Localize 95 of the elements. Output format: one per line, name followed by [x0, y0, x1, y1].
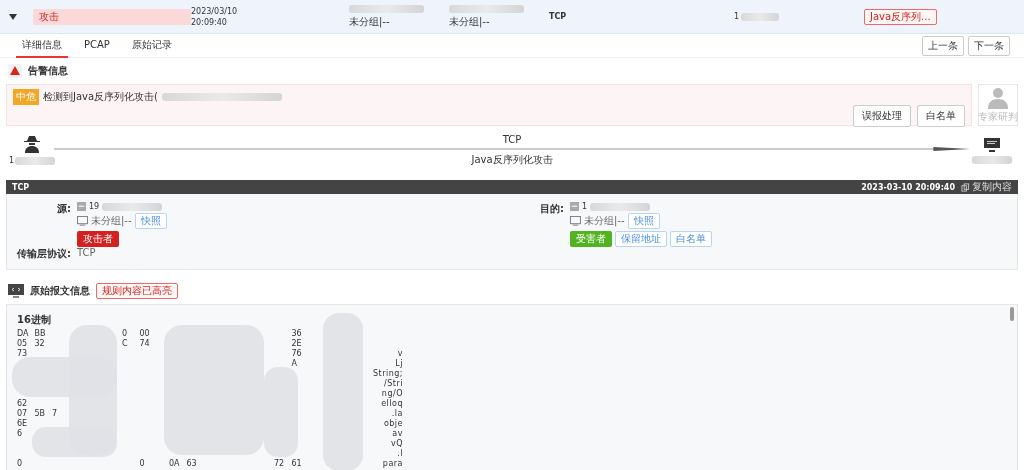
ascii-text: String;	[372, 369, 403, 378]
hex-byte: 72	[274, 459, 285, 468]
ascii-text: vQ	[390, 439, 403, 448]
hex-byte: 0A	[169, 459, 180, 468]
protocol-text: TCP	[549, 12, 568, 21]
monitor-icon	[570, 216, 581, 226]
hex-byte: 63	[186, 459, 197, 468]
warning-icon	[8, 64, 22, 78]
group-text: 未分组|--	[91, 214, 132, 228]
rule-tag: Java反序列...	[864, 8, 937, 25]
ascii-text: .l	[397, 449, 403, 458]
field-label: 传输层协议:	[16, 247, 71, 261]
field-label: 源:	[56, 202, 71, 216]
group-text: 未分组|--	[349, 14, 391, 29]
hex-byte: 6	[17, 429, 23, 438]
tab[interactable]: 原始记录	[125, 34, 178, 58]
date-text: 2023/03/10	[191, 6, 239, 16]
hex-byte: 76	[291, 349, 302, 358]
time-text: 20:09:40	[191, 17, 228, 27]
ascii-text: Lj	[395, 359, 403, 368]
action-button[interactable]: 白名单	[917, 105, 965, 127]
alert-message: 检测到Java反序列化攻击(	[43, 90, 159, 104]
hex-byte: 32	[34, 339, 45, 348]
nav-button[interactable]: 下一条	[968, 36, 1010, 56]
hex-byte: 07	[17, 409, 28, 418]
severity-badge: 中危	[13, 89, 39, 105]
hex-byte: 61	[291, 459, 302, 468]
address-text: 1	[8, 156, 15, 165]
hex-byte: 5B	[34, 409, 46, 418]
hex-byte: C	[122, 339, 128, 348]
snapshot-button[interactable]: 快照	[134, 213, 167, 229]
hex-byte: 36	[291, 329, 302, 338]
copy-icon	[961, 182, 970, 192]
action-link-button[interactable]: 白名单	[670, 231, 712, 247]
hex-byte: 7	[52, 409, 58, 418]
ascii-text: v	[397, 349, 403, 358]
protocol-label: TCP	[502, 133, 522, 145]
action-button[interactable]: 误报处理	[853, 105, 911, 127]
snapshot-button[interactable]: 快照	[627, 213, 660, 229]
nav-button[interactable]: 上一条	[922, 36, 964, 56]
hex-byte: 6E	[17, 419, 28, 428]
hex-byte: DA	[17, 329, 29, 338]
ascii-text: .la	[391, 409, 403, 418]
subtitle-text: 16进制	[17, 313, 52, 327]
blurred-text	[102, 202, 163, 211]
copy-button[interactable]: 复制内容	[961, 180, 1012, 194]
host-icon	[570, 202, 579, 211]
role-tag: 攻击者	[77, 231, 119, 247]
tab[interactable]: PCAP	[78, 36, 116, 56]
time-text: 2023-03-10 20:09:40	[861, 182, 955, 192]
hex-byte: 0	[17, 459, 23, 468]
hex-byte: 05	[17, 339, 28, 348]
blurred-text	[972, 155, 1012, 164]
ascii-text: /Stri	[384, 379, 403, 388]
action-link-button[interactable]: 保留地址	[615, 231, 667, 247]
caret-icon[interactable]	[9, 13, 17, 20]
transport-value: TCP	[77, 247, 96, 260]
attack-tag: 攻击	[33, 8, 191, 25]
blurred-text	[741, 12, 780, 21]
address-text: 1	[582, 202, 588, 211]
monitor-icon	[983, 136, 1001, 153]
ascii-text: ng/O	[381, 389, 403, 398]
record-row[interactable]: 攻击 2023/03/10 20:09:40 未分组|-- 未分组|-- TCP 1 Java反序列...	[0, 0, 1024, 34]
address-text: 19	[89, 202, 100, 211]
section-title: 原始报文信息	[30, 284, 90, 298]
hex-byte: BB	[34, 329, 46, 338]
hex-byte: 0	[139, 459, 145, 468]
field-label: 目的:	[539, 202, 564, 216]
hacker-icon	[22, 135, 42, 153]
attack-label: Java反序列化攻击	[471, 152, 553, 167]
highlight-badge: 规则内容已高亮	[96, 283, 178, 299]
hex-byte: A	[291, 359, 297, 368]
hex-byte: 2E	[291, 339, 302, 348]
tab[interactable]: 详细信息	[16, 34, 68, 58]
address-text: 1	[734, 12, 740, 21]
group-text: 未分组|--	[449, 14, 491, 29]
blurred-text	[15, 156, 56, 165]
ascii-text: obje	[383, 419, 403, 428]
host-icon	[77, 202, 86, 211]
monitor-icon	[77, 216, 88, 226]
blurred-text	[590, 202, 651, 211]
ascii-text: av	[392, 429, 403, 438]
section-title: 告警信息	[28, 64, 68, 78]
hex-byte: 74	[139, 339, 150, 348]
person-icon	[986, 86, 1010, 109]
protocol-text: TCP	[12, 182, 30, 192]
hex-byte: 73	[17, 349, 28, 358]
ascii-text: para	[382, 459, 403, 468]
ascii-text: elloq	[381, 399, 403, 408]
role-tag: 受害者	[570, 231, 612, 247]
code-monitor-icon	[8, 284, 24, 298]
hex-byte: 00	[139, 329, 150, 338]
hex-byte: 0	[122, 329, 128, 338]
hex-byte: 62	[17, 399, 28, 408]
group-text: 未分组|--	[584, 214, 625, 228]
